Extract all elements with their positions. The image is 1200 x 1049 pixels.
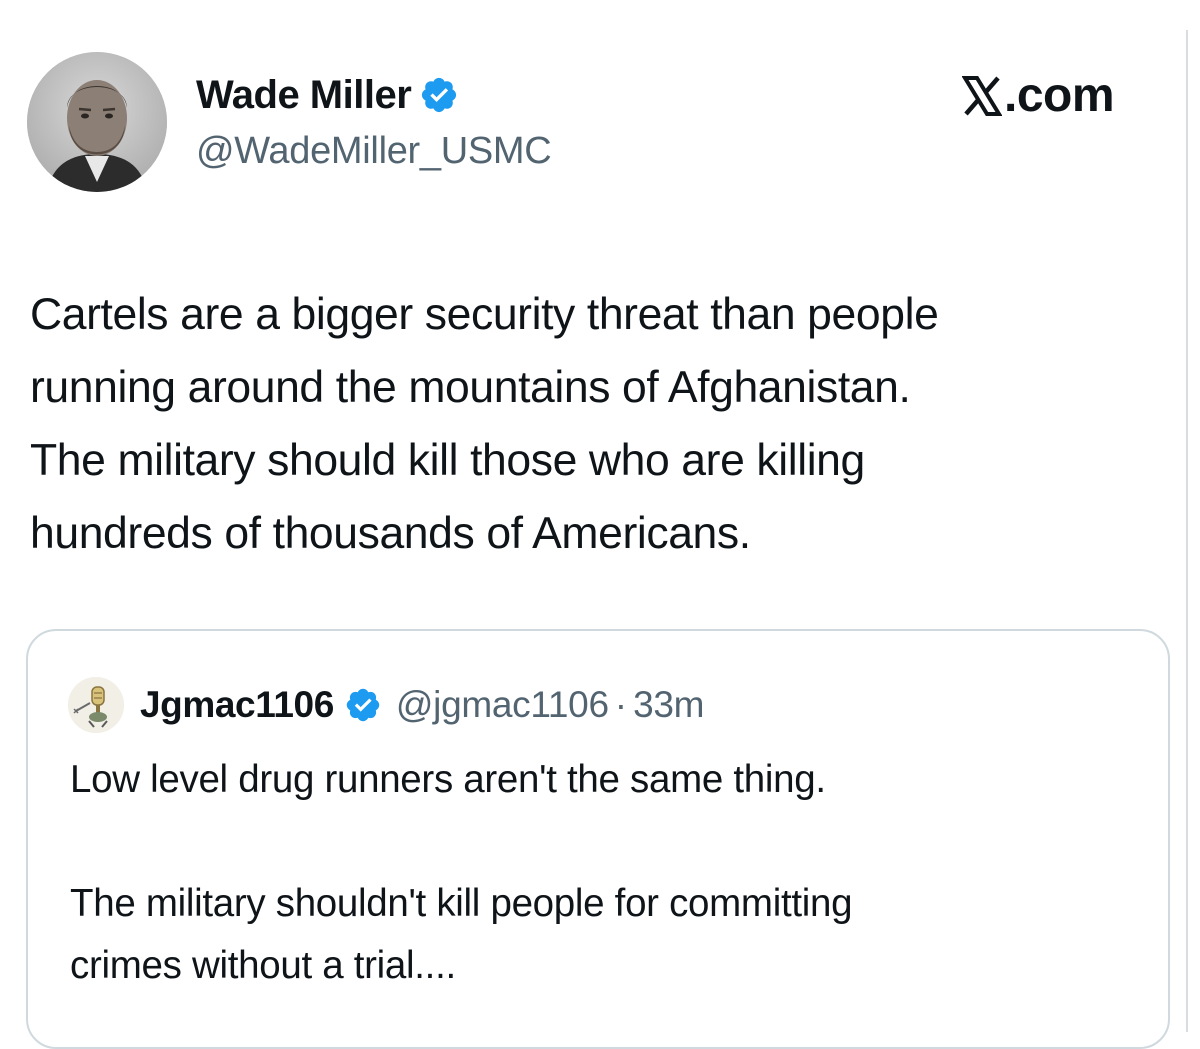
- x-logo-icon: [962, 74, 1002, 118]
- verified-badge-icon: [419, 75, 459, 115]
- author-handle[interactable]: @WadeMiller_USMC: [196, 130, 552, 173]
- quoted-tweet-timestamp[interactable]: 33m: [633, 684, 704, 726]
- quoted-user-name[interactable]: Jgmac1106: [140, 684, 334, 726]
- author-avatar[interactable]: [27, 52, 167, 192]
- quoted-user-avatar[interactable]: [68, 677, 124, 733]
- quoted-tweet-header: Jgmac1106 @jgmac1106 · 33m: [68, 675, 704, 735]
- quoted-tweet-body: Low level drug runners aren't the same t…: [70, 749, 1150, 997]
- tweet-line: running around the mountains of Afghanis…: [30, 363, 911, 412]
- tweet-line: Cartels are a bigger security threat tha…: [30, 290, 939, 339]
- tweet-line: The military should kill those who are k…: [30, 436, 865, 485]
- quoted-tweet-line: crimes without a trial....: [70, 944, 456, 987]
- quoted-user-handle[interactable]: @jgmac1106: [396, 684, 609, 726]
- quoted-tweet-paragraph: Low level drug runners aren't the same t…: [70, 758, 826, 801]
- site-label: .com: [962, 68, 1115, 123]
- right-edge-divider: [1186, 30, 1188, 1032]
- quoted-tweet-card[interactable]: Jgmac1106 @jgmac1106 · 33m Low level dru…: [26, 629, 1170, 1049]
- verified-badge-icon: [344, 686, 382, 724]
- quoted-tweet-line: The military shouldn't kill people for c…: [70, 882, 853, 925]
- separator-dot: ·: [614, 684, 628, 725]
- author-display-name[interactable]: Wade Miller: [196, 73, 412, 118]
- tweet-line: hundreds of thousands of Americans.: [30, 509, 751, 558]
- site-domain-text: .com: [1004, 69, 1115, 122]
- author-name-row: Wade Miller: [196, 70, 459, 120]
- tweet-body: Cartels are a bigger security threat tha…: [30, 278, 1170, 570]
